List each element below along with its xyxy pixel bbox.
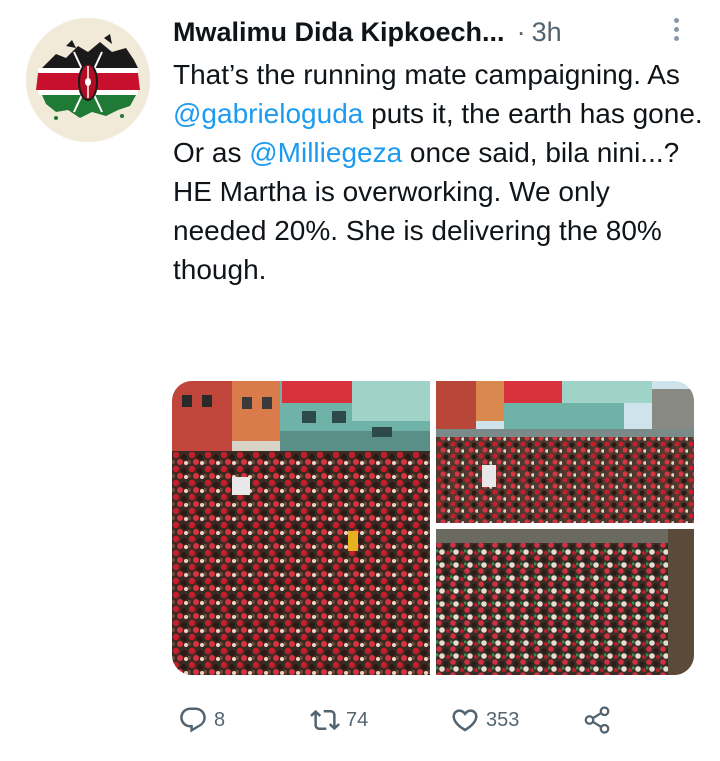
tweet-text: That’s the running mate campaigning. As … [173, 55, 703, 289]
reply-icon [180, 707, 206, 733]
tweet-timestamp[interactable]: 3h [532, 17, 562, 48]
crowd-photo-1 [172, 381, 430, 675]
header-separator: · [516, 16, 526, 47]
mention-milliegeza[interactable]: @Milliegeza [249, 137, 402, 168]
crowd-photo-2 [436, 381, 694, 523]
retweet-button[interactable]: 74 [310, 698, 368, 742]
heart-icon [452, 709, 478, 732]
like-count: 353 [486, 708, 520, 731]
photo-3[interactable] [436, 529, 694, 675]
photo-1[interactable] [172, 381, 430, 675]
mention-gabrieloguda[interactable]: @gabrieloguda [173, 98, 363, 129]
avatar[interactable] [26, 18, 150, 142]
author-name[interactable]: Mwalimu Dida Kipkoech... [173, 17, 505, 48]
tweet[interactable]: Mwalimu Dida Kipkoech... · 3h That’s the… [0, 0, 720, 761]
share-icon [584, 706, 610, 734]
tweet-text-part: That’s the running mate campaigning. As [173, 59, 680, 90]
kenya-flag-avatar-icon [26, 18, 150, 142]
tweet-actions: 8 74 353 [172, 698, 652, 742]
reply-button[interactable]: 8 [178, 698, 225, 742]
media-grid [172, 381, 694, 675]
more-options-button[interactable] [669, 18, 683, 48]
share-button[interactable] [582, 698, 612, 742]
photo-2[interactable] [436, 381, 694, 523]
reply-count: 8 [214, 708, 226, 731]
crowd-photo-3 [436, 529, 694, 675]
retweet-count: 74 [346, 708, 369, 731]
retweet-icon [310, 709, 340, 731]
tweet-header: Mwalimu Dida Kipkoech... · 3h [173, 10, 562, 54]
more-vertical-icon [669, 18, 683, 41]
like-button[interactable]: 353 [450, 698, 519, 742]
